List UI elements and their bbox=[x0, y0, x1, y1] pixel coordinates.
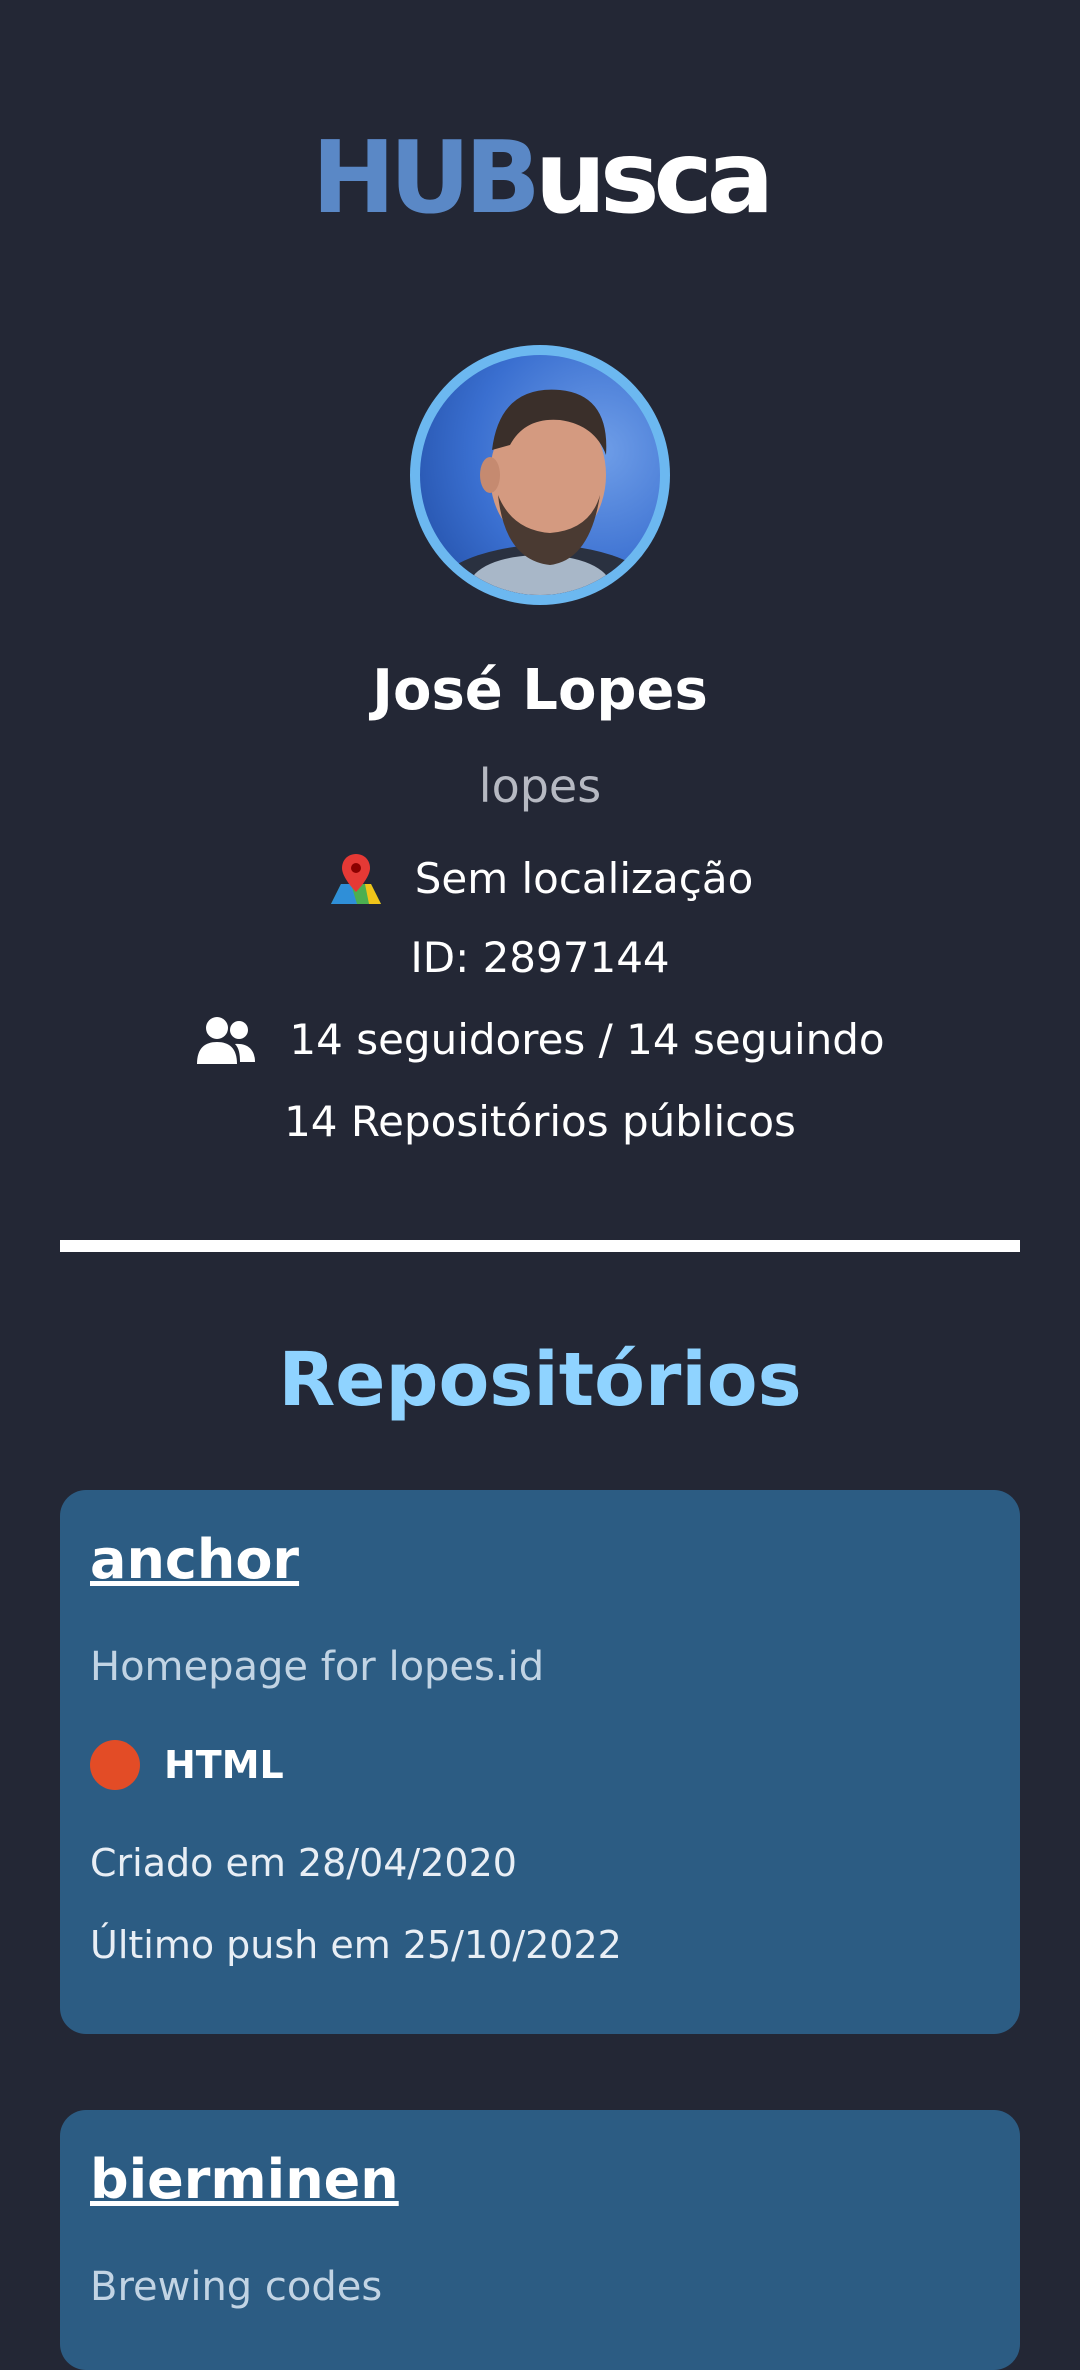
profile-name: José Lopes bbox=[372, 658, 708, 723]
repo-description: Homepage for lopes.id bbox=[90, 1644, 545, 1690]
public-repos-count: 14 Repositórios públicos bbox=[284, 1097, 796, 1146]
repo-name-link[interactable]: bierminen bbox=[90, 2145, 399, 2215]
repo-last-push-date: Último push em 25/10/2022 bbox=[90, 1923, 622, 1967]
followers-text: 14 seguidores / 14 seguindo bbox=[289, 1015, 885, 1064]
repo-name-link[interactable]: anchor bbox=[90, 1525, 299, 1595]
section-divider bbox=[60, 1240, 1020, 1252]
profile-followers: 14 seguidores / 14 seguindo bbox=[0, 1012, 1080, 1068]
people-icon bbox=[195, 1014, 257, 1066]
repo-card: bierminen Brewing codes bbox=[60, 2110, 1020, 2370]
repo-card: anchor Homepage for lopes.id HTML Criado… bbox=[60, 1490, 1020, 2034]
logo-usca: usca bbox=[534, 119, 774, 236]
logo-hub: HUB bbox=[311, 119, 541, 236]
profile-location: Sem localização bbox=[0, 850, 1080, 908]
repositories-title: Repositórios bbox=[278, 1337, 802, 1423]
profile-login: lopes bbox=[478, 759, 602, 813]
location-text: Sem localização bbox=[414, 854, 754, 903]
profile-id: ID: 2897144 bbox=[410, 933, 670, 982]
repo-language: HTML bbox=[90, 1738, 284, 1792]
language-color-dot bbox=[90, 1740, 140, 1790]
avatar-photo bbox=[420, 355, 660, 595]
language-label: HTML bbox=[164, 1743, 284, 1787]
app-logo: HUBusca bbox=[0, 118, 1080, 238]
avatar bbox=[410, 345, 670, 605]
repo-created-date: Criado em 28/04/2020 bbox=[90, 1841, 517, 1885]
user-avatar-icon bbox=[426, 389, 660, 595]
map-pin-icon bbox=[327, 850, 385, 908]
